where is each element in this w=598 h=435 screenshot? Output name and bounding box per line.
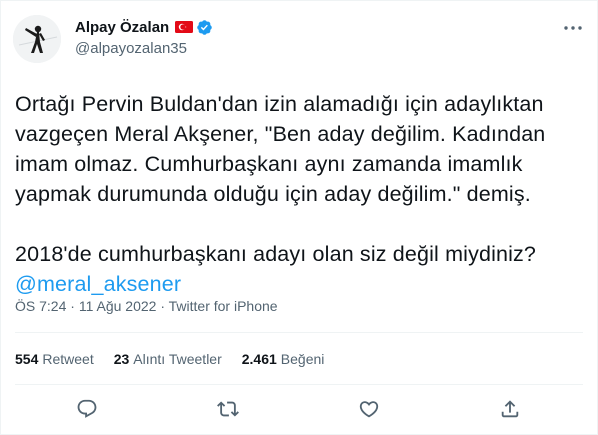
mention-link[interactable]: @meral_aksener	[15, 272, 181, 296]
tweet-stats: 554 Retweet 23 Alıntı Tweetler 2.461 Beğeni	[15, 351, 324, 367]
likes-stat[interactable]: 2.461 Beğeni	[242, 351, 325, 367]
tweet-source[interactable]: Twitter for iPhone	[169, 298, 278, 314]
divider	[15, 384, 583, 385]
like-icon[interactable]	[358, 398, 380, 420]
tweet-time[interactable]: ÖS 7:24	[15, 298, 66, 314]
author-name-row: Alpay Özalan	[75, 17, 213, 37]
reply-icon[interactable]	[76, 398, 98, 420]
share-icon[interactable]	[499, 398, 521, 420]
likes-count: 2.461	[241, 351, 277, 367]
quotes-count: 23	[113, 351, 130, 367]
retweets-stat[interactable]: 554 Retweet	[15, 351, 94, 367]
meta-separator: ·	[156, 298, 169, 314]
divider	[15, 332, 583, 333]
author-handle[interactable]: @alpayozalan35	[75, 40, 187, 57]
verified-badge-icon	[197, 19, 212, 35]
author-name[interactable]: Alpay Özalan	[75, 19, 169, 36]
avatar[interactable]	[13, 15, 61, 63]
tweet-card: Alpay Özalan @alpayozalan35 Ortağı Pervi…	[0, 0, 598, 435]
tweet-date[interactable]: 11 Ağu 2022	[79, 298, 157, 314]
tweet-meta: ÖS 7:24 · 11 Ağu 2022 · Twitter for iPho…	[15, 298, 278, 314]
retweets-label: Retweet	[42, 351, 94, 367]
retweet-icon[interactable]	[217, 398, 239, 420]
turkey-flag-icon	[175, 21, 194, 33]
retweets-count: 554	[15, 351, 39, 367]
meta-separator: ·	[66, 298, 79, 314]
quotes-stat[interactable]: 23 Alıntı Tweetler	[114, 351, 222, 367]
tweet-actions	[1, 398, 598, 422]
tweet-text-main: Ortağı Pervin Buldan'dan izin alamadığı …	[15, 92, 546, 266]
more-options-icon[interactable]	[563, 23, 583, 33]
tweet-text: Ortağı Pervin Buldan'dan izin alamadığı …	[15, 89, 585, 299]
quotes-label: Alıntı Tweetler	[133, 351, 222, 367]
likes-label: Beğeni	[280, 351, 325, 367]
